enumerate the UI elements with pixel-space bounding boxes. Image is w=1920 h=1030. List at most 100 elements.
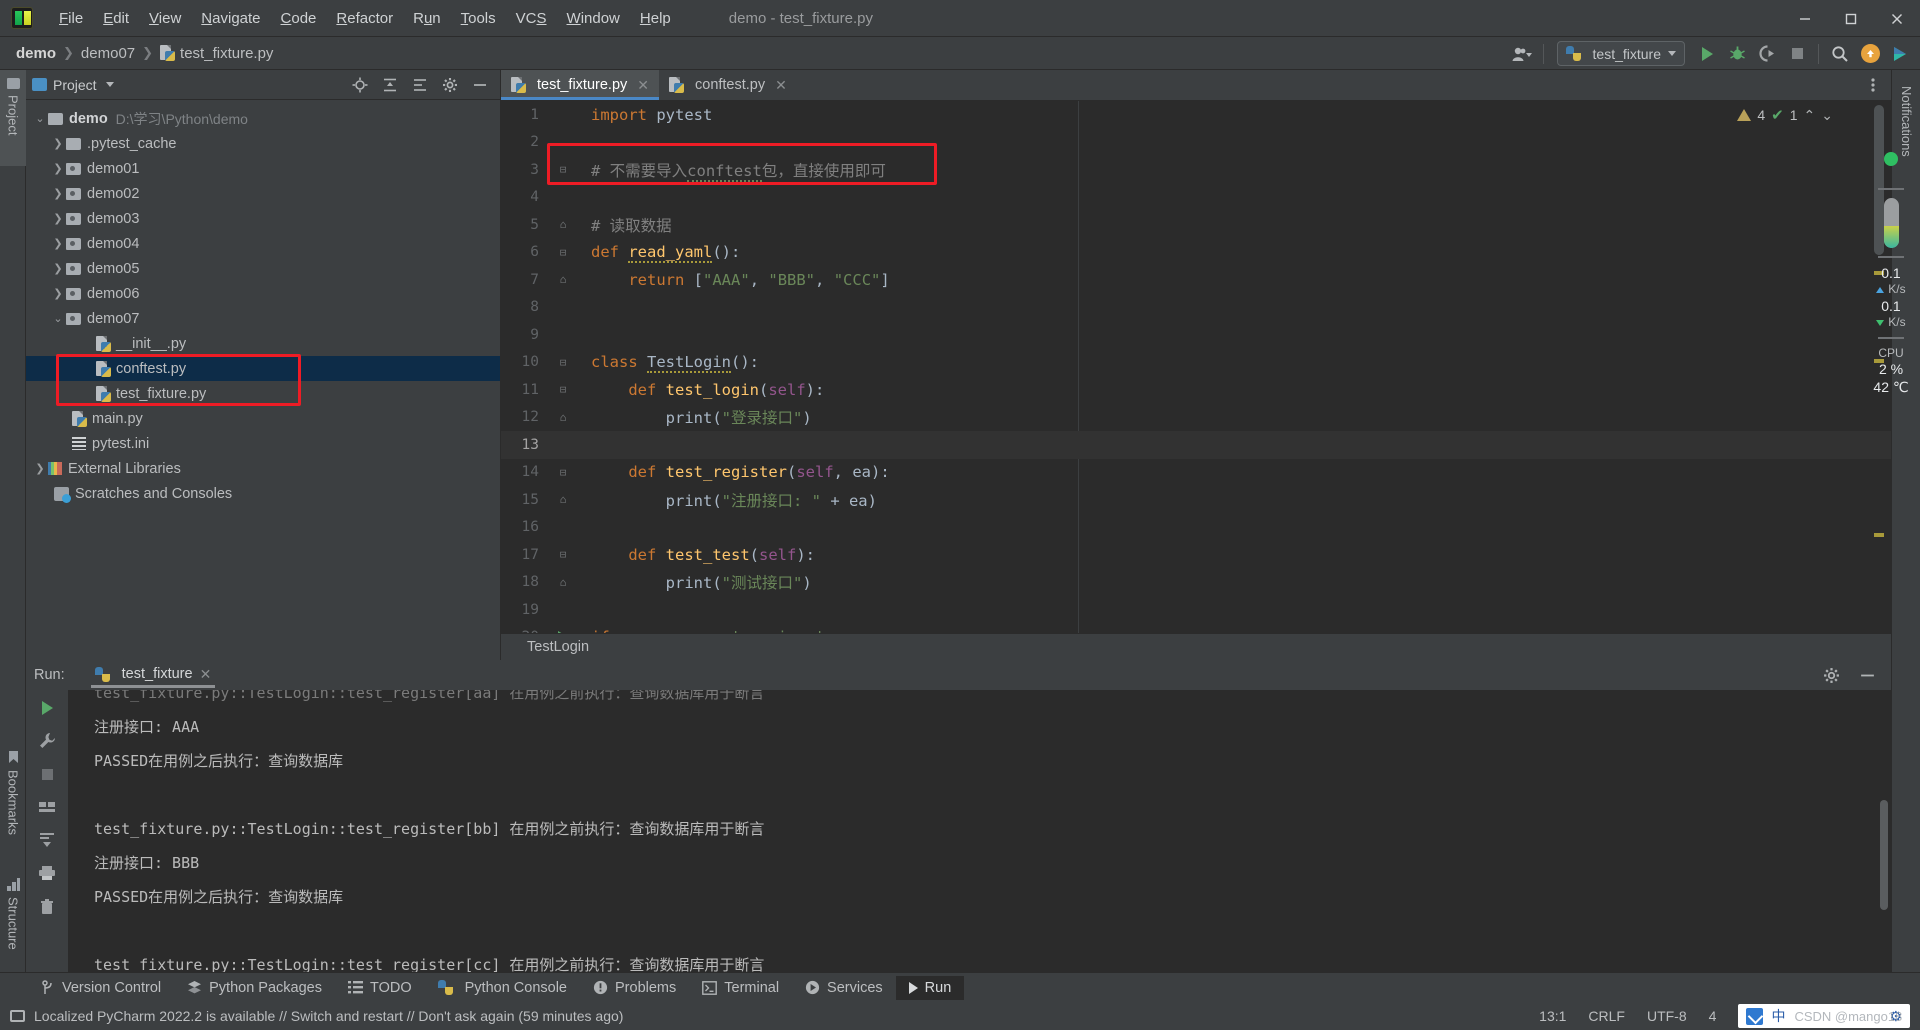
- code-line[interactable]: 15 ⌂ print("注册接口: " + ea): [501, 486, 1891, 514]
- tree-node-pytest-ini[interactable]: pytest.ini: [26, 431, 500, 456]
- fold-marker[interactable]: ⊟: [549, 383, 577, 396]
- code-line[interactable]: 13: [501, 431, 1891, 459]
- code-line[interactable]: 18 ⌂ print("测试接口"): [501, 569, 1891, 597]
- gear-icon[interactable]: [1821, 665, 1841, 685]
- run-with-coverage-icon[interactable]: [1753, 41, 1781, 67]
- update-available-icon[interactable]: [1856, 41, 1884, 67]
- chevron-right-icon[interactable]: ❯: [50, 237, 66, 250]
- code-line[interactable]: 10 ⊟ class TestLogin():: [501, 349, 1891, 377]
- code-line[interactable]: 9: [501, 321, 1891, 349]
- fold-marker[interactable]: ⌂: [549, 576, 577, 589]
- menu-window[interactable]: Window: [557, 7, 630, 30]
- tree-node-demo06[interactable]: ❯ demo06: [26, 281, 500, 306]
- run-icon[interactable]: [1693, 41, 1721, 67]
- chevron-down-icon[interactable]: ⌄: [32, 112, 48, 125]
- tree-node-scratches[interactable]: Scratches and Consoles: [26, 481, 500, 506]
- bottom-tab-services[interactable]: Services: [792, 976, 896, 1000]
- tree-node-demo05[interactable]: ❯ demo05: [26, 256, 500, 281]
- fold-marker[interactable]: ⊟: [549, 163, 577, 176]
- menu-help[interactable]: Help: [630, 7, 681, 30]
- stop-icon[interactable]: [1783, 41, 1811, 67]
- tab-test-fixture-py[interactable]: test_fixture.py ✕: [501, 70, 659, 100]
- print-icon[interactable]: [36, 863, 58, 883]
- menu-file[interactable]: File: [49, 7, 93, 30]
- hide-panel-icon[interactable]: [1857, 665, 1877, 685]
- menu-run[interactable]: Run: [403, 7, 451, 30]
- code-editor[interactable]: 1 import pytest 2 3 ⊟ # 不需要导入conftest包，直接使用…: [501, 101, 1891, 660]
- fold-marker[interactable]: ⌂: [549, 493, 577, 506]
- status-message[interactable]: Localized PyCharm 2022.2 is available //…: [34, 1008, 623, 1024]
- file-encoding[interactable]: UTF-8: [1647, 1008, 1687, 1024]
- fold-marker[interactable]: ⊟: [549, 246, 577, 259]
- breadcrumb-item-file[interactable]: test_fixture.py: [156, 44, 277, 63]
- tree-node-demo01[interactable]: ❯ demo01: [26, 156, 500, 181]
- hide-panel-icon[interactable]: [470, 75, 490, 95]
- tree-node-demo03[interactable]: ❯ demo03: [26, 206, 500, 231]
- tree-node-test-fixture-py[interactable]: test_fixture.py: [26, 381, 500, 406]
- code-line[interactable]: 14 ⊟ def test_register(self, ea):: [501, 459, 1891, 487]
- code-line[interactable]: 16: [501, 514, 1891, 542]
- gear-icon[interactable]: [440, 75, 460, 95]
- collapse-all-icon[interactable]: [380, 75, 400, 95]
- chevron-down-icon[interactable]: ⌄: [50, 312, 66, 325]
- rerun-icon[interactable]: [36, 698, 58, 718]
- fold-marker[interactable]: ⌂: [549, 273, 577, 286]
- fold-marker[interactable]: ⌂: [549, 411, 577, 424]
- chevron-right-icon[interactable]: ❯: [50, 137, 66, 150]
- chevron-right-icon[interactable]: ❯: [50, 287, 66, 300]
- bottom-tab-version-control[interactable]: Version Control: [28, 976, 174, 1000]
- menu-vcs[interactable]: VCS: [506, 7, 557, 30]
- tree-node-main-py[interactable]: main.py: [26, 406, 500, 431]
- trash-icon[interactable]: [36, 896, 58, 916]
- tree-node-demo04[interactable]: ❯ demo04: [26, 231, 500, 256]
- expand-icon[interactable]: [410, 75, 430, 95]
- plugin-icon[interactable]: [1886, 41, 1914, 67]
- code-line[interactable]: 7 ⌂ return ["AAA", "BBB", "CCC"]: [501, 266, 1891, 294]
- indent-size[interactable]: 4: [1709, 1008, 1717, 1024]
- fold-marker[interactable]: ⊟: [549, 466, 577, 479]
- bottom-tab-run[interactable]: Run: [895, 975, 965, 1000]
- close-icon[interactable]: ✕: [775, 77, 787, 94]
- close-icon[interactable]: ✕: [637, 77, 649, 94]
- code-line[interactable]: 3 ⊟ # 不需要导入conftest包，直接使用即可: [501, 156, 1891, 184]
- tree-node-demo02[interactable]: ❯ demo02: [26, 181, 500, 206]
- fold-marker[interactable]: ⌂: [549, 218, 577, 231]
- sidebar-item-bookmarks[interactable]: Bookmarks: [0, 742, 26, 862]
- code-line[interactable]: 2: [501, 129, 1891, 157]
- tree-node-pytest-cache[interactable]: ❯ .pytest_cache: [26, 131, 500, 156]
- run-tab-test-fixture[interactable]: test_fixture ✕: [87, 663, 220, 688]
- sidebar-item-structure[interactable]: Structure: [0, 870, 26, 982]
- code-line[interactable]: 11 ⊟ def test_login(self):: [501, 376, 1891, 404]
- sidebar-item-project[interactable]: Project: [0, 70, 26, 166]
- tree-node-conftest-py[interactable]: conftest.py: [26, 356, 500, 381]
- breadcrumb-item-project[interactable]: demo: [12, 44, 60, 63]
- minimize-button[interactable]: [1782, 0, 1828, 37]
- code-line[interactable]: 17 ⊟ def test_test(self):: [501, 541, 1891, 569]
- monitor-icon[interactable]: [10, 1010, 25, 1022]
- line-separator[interactable]: CRLF: [1588, 1008, 1625, 1024]
- account-icon[interactable]: [1508, 41, 1536, 67]
- debug-icon[interactable]: [1723, 41, 1751, 67]
- bottom-tab-problems[interactable]: Problems: [580, 976, 689, 1000]
- editor-breadcrumb-label[interactable]: TestLogin: [527, 639, 589, 655]
- chevron-right-icon[interactable]: ❯: [50, 187, 66, 200]
- chevron-down-icon[interactable]: [105, 82, 114, 87]
- fold-marker[interactable]: ⊟: [549, 356, 577, 369]
- ime-indicator[interactable]: 中 CSDN @mango18 ⚙: [1738, 1004, 1910, 1028]
- fold-marker[interactable]: ⊟: [549, 548, 577, 561]
- prev-problem-icon[interactable]: ⌃: [1804, 107, 1816, 124]
- chevron-right-icon[interactable]: ❯: [50, 262, 66, 275]
- close-button[interactable]: [1874, 0, 1920, 37]
- menu-code[interactable]: Code: [271, 7, 327, 30]
- breadcrumb-item-folder[interactable]: demo07: [77, 44, 139, 63]
- chevron-right-icon[interactable]: ❯: [50, 162, 66, 175]
- scroll-to-end-icon[interactable]: [36, 830, 58, 850]
- code-line[interactable]: 4: [501, 184, 1891, 212]
- code-line[interactable]: 1 import pytest: [501, 101, 1891, 129]
- menu-view[interactable]: View: [139, 7, 191, 30]
- bottom-tab-python-packages[interactable]: Python Packages: [174, 976, 335, 1000]
- filter-icon[interactable]: [36, 797, 58, 817]
- menu-edit[interactable]: Edit: [93, 7, 139, 30]
- wrench-icon[interactable]: [36, 731, 58, 751]
- caret-position[interactable]: 13:1: [1539, 1008, 1566, 1024]
